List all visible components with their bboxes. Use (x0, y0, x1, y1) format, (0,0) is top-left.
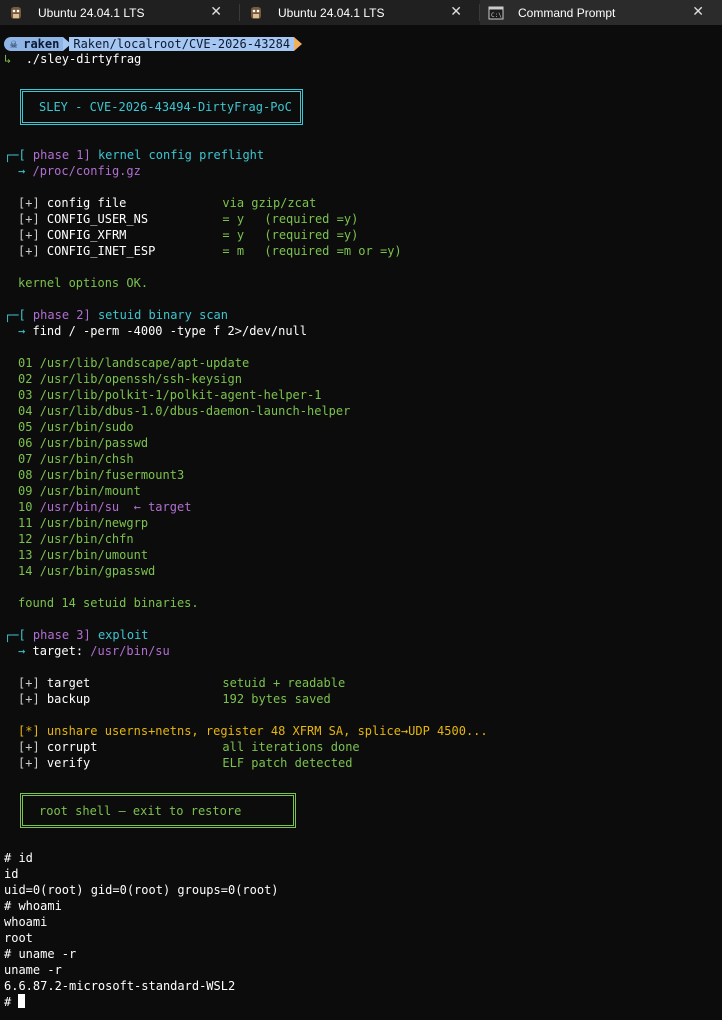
shell-line: uid=0(root) gid=0(root) groups=0(root) (4, 883, 279, 897)
return-arrow-icon: ↳ (4, 52, 12, 66)
list-item: 02 /usr/lib/openssh/ssh-keysign (18, 372, 242, 386)
prompt-path: Raken/localroot/CVE-2026-43284 (69, 37, 295, 51)
tab-title: Ubuntu 24.04.1 LTS (38, 5, 145, 20)
terminal-output[interactable]: ☠ raken Raken/localroot/CVE-2026-43284 ↳… (0, 27, 722, 1020)
tab-ubuntu-2[interactable]: Ubuntu 24.04.1 LTS ✕ (240, 0, 480, 25)
list-item: [+] CONFIG_INET_ESP = m (required =m or =… (18, 244, 402, 258)
shell-prompt: ☠ raken Raken/localroot/CVE-2026-43284 (4, 36, 303, 52)
command-text: ./sley-dirtyfrag (25, 52, 142, 66)
list-item: 04 /usr/lib/dbus-1.0/dbus-daemon-launch-… (18, 404, 351, 418)
prompt-user-segment: ☠ raken (4, 37, 64, 51)
list-item: 11 /usr/bin/newgrp (18, 516, 149, 530)
list-item: 05 /usr/bin/sudo (18, 420, 134, 434)
target-marker: ← target (133, 500, 192, 514)
phase1-source: → /proc/config.gz (18, 164, 141, 178)
root-shell-banner: root shell — exit to restore (39, 804, 242, 818)
command-line: ↳ ./sley-dirtyfrag (4, 51, 141, 67)
tab-bar: Ubuntu 24.04.1 LTS ✕ Ubuntu 24.04.1 LTS … (0, 0, 722, 25)
phase2-command: → find / -perm -4000 -type f 2>/dev/null (18, 324, 308, 338)
tab-title: Ubuntu 24.04.1 LTS (278, 5, 385, 20)
shell-line: uname -r (4, 963, 62, 977)
tab-title: Command Prompt (518, 5, 616, 20)
shell-line: # whoami (4, 899, 62, 913)
shell-line: # uname -r (4, 947, 77, 961)
cmd-icon: C:\ (488, 5, 504, 21)
svg-text:C:\: C:\ (491, 12, 502, 19)
shell-line: 6.6.87.2-microsoft-standard-WSL2 (4, 979, 236, 993)
list-item: 03 /usr/lib/polkit-1/polkit-agent-helper… (18, 388, 322, 402)
list-item: 10 /usr/bin/su ← target (18, 500, 192, 514)
list-item: [+] verify ELF patch detected (18, 756, 353, 770)
list-item: 06 /usr/bin/passwd (18, 436, 149, 450)
shell-line: id (4, 867, 19, 881)
prompt-user: raken (23, 37, 60, 51)
list-item: [+] CONFIG_XFRM = y (required =y) (18, 228, 359, 242)
list-item: 01 /usr/lib/landscape/apt-update (18, 356, 250, 370)
shell-line: # id (4, 851, 33, 865)
final-prompt[interactable]: # (4, 994, 26, 1010)
skull-icon: ☠ (10, 37, 18, 51)
close-icon[interactable]: ✕ (210, 4, 222, 20)
close-icon[interactable]: ✕ (450, 4, 462, 20)
list-item: 14 /usr/bin/gpasswd (18, 564, 156, 578)
tab-command-prompt[interactable]: C:\ Command Prompt ✕ (480, 0, 722, 25)
phase3-target: → target: /usr/bin/su (18, 644, 170, 658)
ubuntu-penguin-icon (248, 5, 264, 21)
list-item: 08 /usr/bin/fusermount3 (18, 468, 185, 482)
phase3-action: [*] unshare userns+netns, register 48 XF… (18, 724, 488, 738)
phase2-header: ┌─[ phase 2] setuid binary scan (4, 308, 228, 322)
phase1-header: ┌─[ phase 1] kernel config preflight (4, 148, 265, 162)
text-cursor (18, 994, 26, 1008)
list-item: [+] corrupt all iterations done (18, 740, 360, 754)
close-icon[interactable]: ✕ (692, 4, 704, 20)
phase2-result: found 14 setuid binaries. (18, 596, 199, 610)
list-item: 07 /usr/bin/chsh (18, 452, 134, 466)
banner-title: SLEY - CVE-2026-43494-DirtyFrag-PoC (39, 100, 292, 114)
ubuntu-penguin-icon (8, 5, 24, 21)
list-item: [+] CONFIG_USER_NS = y (required =y) (18, 212, 359, 226)
phase3-header: ┌─[ phase 3] exploit (4, 628, 149, 642)
list-item: [+] target setuid + readable (18, 676, 346, 690)
list-item: 09 /usr/bin/mount (18, 484, 141, 498)
shell-line: root (4, 931, 33, 945)
list-item: [+] backup 192 bytes saved (18, 692, 331, 706)
tab-ubuntu-1[interactable]: Ubuntu 24.04.1 LTS ✕ (0, 0, 240, 25)
shell-line: whoami (4, 915, 48, 929)
powerline-arrow-icon (294, 37, 303, 51)
list-item: 13 /usr/bin/umount (18, 548, 149, 562)
list-item: [+] config file via gzip/zcat (18, 196, 317, 210)
list-item: 12 /usr/bin/chfn (18, 532, 134, 546)
phase1-result: kernel options OK. (18, 276, 149, 290)
